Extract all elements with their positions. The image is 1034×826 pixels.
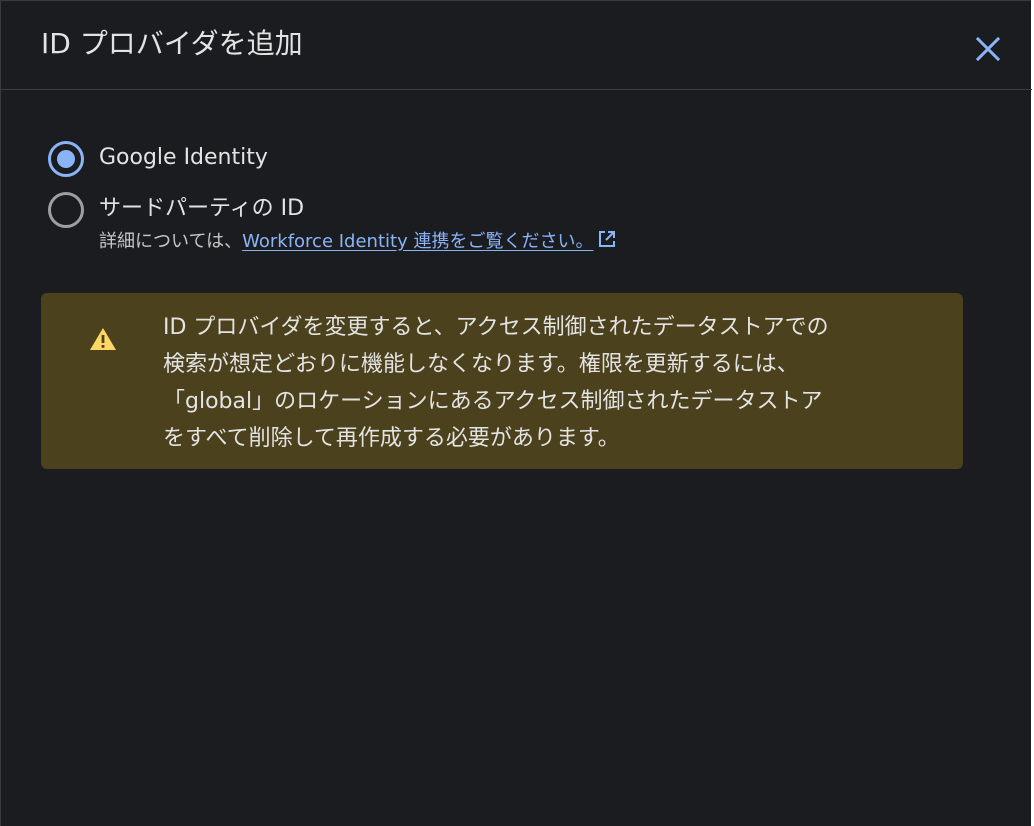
warning-banner: ID プロバイダを変更すると、アクセス制御されたデータストアでの 検索が想定どお…	[41, 293, 963, 469]
workforce-identity-link-text: Workforce Identity 連携をご覧ください。	[242, 231, 594, 252]
open-in-new-icon	[599, 231, 616, 247]
option-label-google-identity: Google Identity	[99, 145, 268, 170]
helper-prefix: 詳細については、	[99, 231, 243, 252]
helper-text: 詳細については、Workforce Identity 連携をご覧ください。	[99, 229, 617, 255]
workforce-identity-link[interactable]: Workforce Identity 連携をご覧ください。	[242, 231, 617, 252]
warning-line: をすべて削除して再作成する必要があります。	[163, 426, 620, 451]
warning-message: ID プロバイダを変更すると、アクセス制御されたデータストアでの 検索が想定どお…	[163, 309, 943, 457]
close-button[interactable]	[968, 29, 1008, 69]
warning-icon	[90, 328, 116, 350]
dialog-title: ID プロバイダを追加	[41, 27, 303, 60]
radio-unselected[interactable]	[47, 191, 85, 229]
warning-line: 検索が想定どおりに機能しなくなります。権限を更新するには、	[163, 352, 799, 377]
dialog-header: ID プロバイダを追加	[1, 1, 1032, 90]
warning-line: 「global」のロケーションにあるアクセス制御されたデータストア	[163, 389, 823, 414]
option-label-third-party-id: サードパーティの ID	[99, 196, 305, 221]
add-id-provider-dialog: ID プロバイダを追加 Google Identity サードパーティの ID …	[0, 0, 1032, 826]
radio-selected[interactable]	[47, 140, 85, 178]
close-icon	[975, 36, 1001, 62]
warning-line: ID プロバイダを変更すると、アクセス制御されたデータストアでの	[163, 315, 829, 340]
